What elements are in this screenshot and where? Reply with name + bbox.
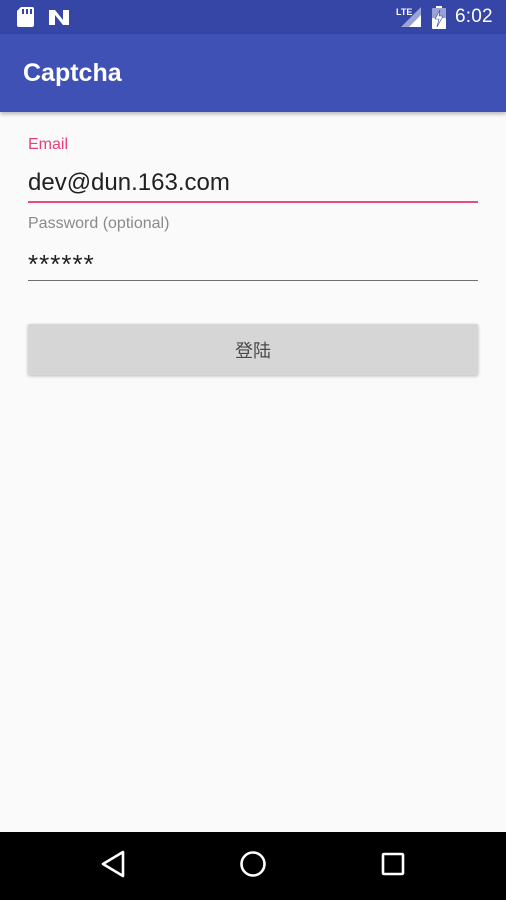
email-label: Email bbox=[28, 136, 69, 153]
email-field[interactable]: Email dev@dun.163.com bbox=[28, 134, 478, 206]
sd-card-icon bbox=[17, 7, 34, 32]
n-notification-icon bbox=[48, 9, 70, 31]
email-input[interactable]: dev@dun.163.com bbox=[28, 169, 230, 197]
network-type-label: LTE bbox=[396, 7, 412, 17]
back-icon bbox=[100, 850, 126, 883]
lte-signal-icon: LTE bbox=[396, 6, 422, 33]
password-label: Password (optional) bbox=[28, 215, 170, 232]
app-bar: Captcha bbox=[0, 34, 506, 112]
back-button[interactable] bbox=[73, 832, 153, 900]
navigation-bar bbox=[0, 832, 506, 900]
password-underline bbox=[28, 280, 478, 281]
home-button[interactable] bbox=[213, 832, 293, 900]
password-input[interactable]: ****** bbox=[28, 249, 95, 280]
email-underline bbox=[28, 201, 478, 203]
app-title: Captcha bbox=[23, 59, 122, 87]
login-button[interactable]: 登陆 bbox=[28, 324, 478, 375]
home-icon bbox=[239, 850, 267, 883]
recents-icon bbox=[381, 852, 405, 881]
password-field[interactable]: Password (optional) ****** bbox=[28, 213, 478, 285]
clock: 6:02 bbox=[455, 6, 493, 27]
screen: LTE 6:02 Captcha Email dev@dun.163.com P… bbox=[0, 0, 506, 900]
status-bar: LTE 6:02 bbox=[0, 0, 506, 34]
recents-button[interactable] bbox=[353, 832, 433, 900]
battery-charging-icon bbox=[432, 6, 446, 34]
